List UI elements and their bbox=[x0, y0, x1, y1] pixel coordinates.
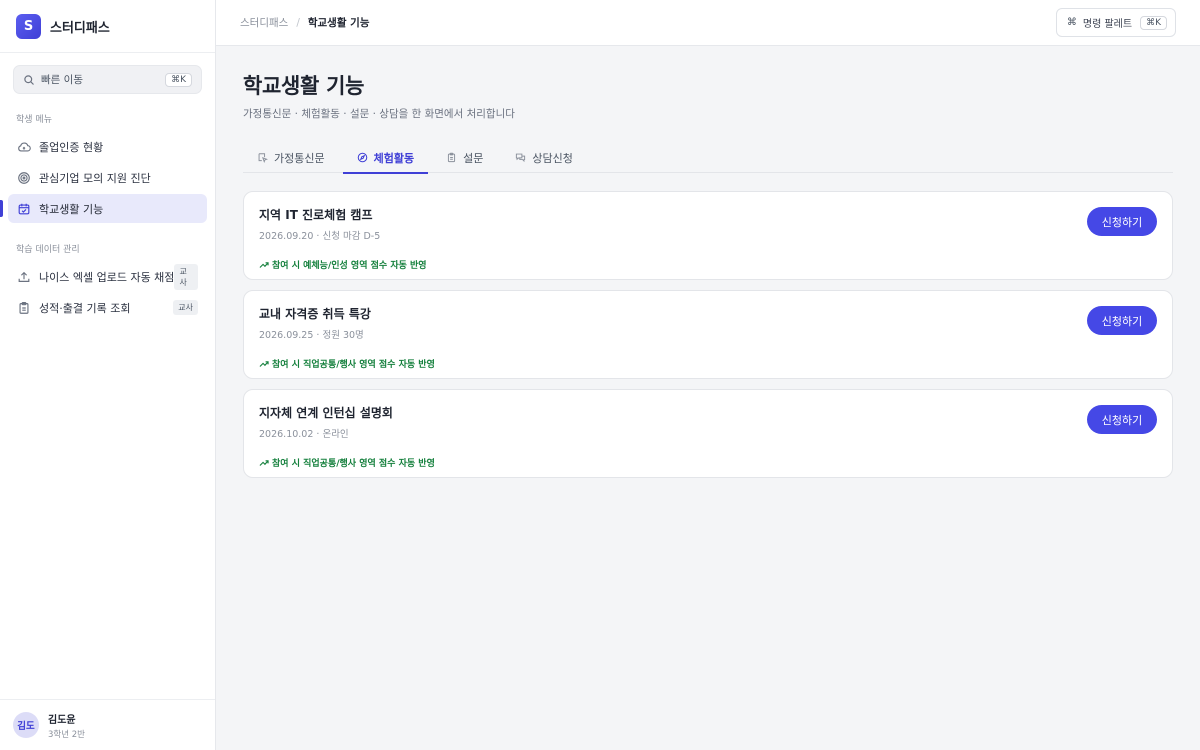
page-title: 학교생활 기능 bbox=[243, 74, 365, 98]
command-palette-shortcut: ⌘K bbox=[1140, 15, 1167, 30]
activity-card: 교내 자격증 취득 특강 2026.09.25 · 정원 30명 참여 시 직업… bbox=[243, 290, 1173, 379]
sidebar-item-label: 관심기업 모의 지원 진단 bbox=[39, 171, 151, 185]
sidebar-item-school-life[interactable]: 학교생활 기능 bbox=[0, 194, 207, 223]
cursor-icon bbox=[257, 152, 268, 163]
apply-button[interactable]: 신청하기 bbox=[1087, 207, 1157, 236]
user-meta: 3학년 2반 bbox=[48, 729, 85, 740]
breadcrumb-separator: / bbox=[296, 16, 300, 29]
tab-label: 가정통신문 bbox=[274, 151, 325, 165]
activity-card: 지자체 연계 인턴십 설명회 2026.10.02 · 온라인 참여 시 직업공… bbox=[243, 389, 1173, 478]
activity-card: 지역 IT 진로체험 캠프 2026.09.20 · 신청 마감 D-5 참여 … bbox=[243, 191, 1173, 280]
tab-counseling[interactable]: 상담신청 bbox=[501, 142, 586, 173]
quick-search-label: 빠른 이동 bbox=[41, 74, 83, 86]
user-profile[interactable]: 김도 김도윤 3학년 2반 bbox=[0, 699, 215, 750]
trending-up-icon bbox=[259, 458, 269, 468]
compass-icon bbox=[357, 152, 368, 163]
user-info: 김도윤 3학년 2반 bbox=[48, 711, 85, 740]
chat-icon bbox=[515, 152, 526, 163]
search-icon bbox=[23, 74, 35, 86]
tab-survey[interactable]: 설문 bbox=[432, 142, 497, 173]
brand-name: 스터디패스 bbox=[50, 20, 110, 36]
activity-meta: 2026.10.02 · 온라인 bbox=[259, 429, 349, 440]
sidebar: S 스터디패스 빠른 이동 ⌘K 학생 메뉴 졸업인증 현황 관심기업 모의 지… bbox=[0, 0, 216, 750]
activity-note-text: 참여 시 직업공통/행사 영역 점수 자동 반영 bbox=[272, 360, 435, 370]
activity-title: 교내 자격증 취득 특강 bbox=[259, 307, 371, 321]
command-icon: ⌘ bbox=[1066, 17, 1077, 28]
breadcrumb-root[interactable]: 스터디패스 bbox=[240, 15, 288, 30]
command-palette-button[interactable]: ⌘ 명령 팔레트 ⌘K bbox=[1055, 8, 1176, 37]
avatar: 김도 bbox=[13, 712, 39, 738]
tab-activities[interactable]: 체험활동 bbox=[342, 142, 429, 174]
tab-label: 설문 bbox=[463, 151, 484, 165]
brand-logo: S bbox=[16, 13, 41, 39]
sidebar-item-grades-attendance[interactable]: 성적·출결 기록 조회 교사 bbox=[8, 293, 207, 322]
sidebar-item-label: 성적·출결 기록 조회 bbox=[39, 301, 131, 315]
clipboard-icon bbox=[17, 301, 31, 315]
clipboard-icon bbox=[446, 152, 457, 163]
quick-search-input[interactable]: 빠른 이동 ⌘K bbox=[13, 65, 202, 94]
trending-up-icon bbox=[259, 359, 269, 369]
activity-title: 지자체 연계 인턴십 설명회 bbox=[259, 406, 393, 420]
page-content: 학교생활 기능 가정통신문 · 체험활동 · 설문 · 상담을 한 화면에서 처… bbox=[216, 46, 1200, 512]
section-label-student: 학생 메뉴 bbox=[16, 115, 52, 125]
activity-note-text: 참여 시 예체능/인성 영역 점수 자동 반영 bbox=[272, 261, 427, 271]
app-root: S 스터디패스 빠른 이동 ⌘K 학생 메뉴 졸업인증 현황 관심기업 모의 지… bbox=[0, 0, 1200, 750]
tab-bar: 가정통신문 체험활동 설문 상담신청 bbox=[243, 142, 1173, 174]
sidebar-item-neis-upload[interactable]: 나이스 엑셀 업로드 자동 채점 교사 bbox=[8, 262, 207, 291]
breadcrumb-current: 학교생활 기능 bbox=[307, 17, 370, 29]
trending-up-icon bbox=[259, 260, 269, 270]
sidebar-item-label: 학교생활 기능 bbox=[39, 202, 104, 216]
user-name: 김도윤 bbox=[48, 714, 76, 726]
upload-icon bbox=[17, 270, 31, 284]
section-label-data: 학습 데이터 관리 bbox=[16, 245, 80, 255]
brand[interactable]: S 스터디패스 bbox=[0, 0, 215, 53]
calendar-check-icon bbox=[17, 202, 31, 216]
target-icon bbox=[17, 171, 31, 185]
sidebar-item-graduation-status[interactable]: 졸업인증 현황 bbox=[8, 132, 207, 161]
tab-label: 체험활동 bbox=[373, 151, 415, 165]
sidebar-item-label: 나이스 엑셀 업로드 자동 채점 bbox=[39, 270, 175, 284]
activity-meta: 2026.09.25 · 정원 30명 bbox=[259, 330, 364, 341]
activity-score-note: 참여 시 직업공통/행사 영역 점수 자동 반영 bbox=[259, 456, 1157, 469]
activity-meta: 2026.09.20 · 신청 마감 D-5 bbox=[259, 231, 381, 242]
page-subtitle: 가정통신문 · 체험활동 · 설문 · 상담을 한 화면에서 처리합니다 bbox=[243, 108, 515, 120]
activity-score-note: 참여 시 예체능/인성 영역 점수 자동 반영 bbox=[259, 258, 1157, 271]
activity-score-note: 참여 시 직업공통/행사 영역 점수 자동 반영 bbox=[259, 357, 1157, 370]
sidebar-item-mock-application[interactable]: 관심기업 모의 지원 진단 bbox=[8, 163, 207, 192]
activity-title: 지역 IT 진로체험 캠프 bbox=[259, 208, 373, 222]
quick-search-shortcut: ⌘K bbox=[165, 72, 192, 87]
topbar: 스터디패스 / 학교생활 기능 ⌘ 명령 팔레트 ⌘K bbox=[216, 0, 1200, 46]
main: 스터디패스 / 학교생활 기능 ⌘ 명령 팔레트 ⌘K 학교생활 기능 가정통신… bbox=[216, 0, 1200, 750]
cloud-icon bbox=[17, 140, 31, 154]
tab-label: 상담신청 bbox=[532, 151, 573, 165]
sidebar-item-label: 졸업인증 현황 bbox=[39, 140, 104, 154]
command-palette-label: 명령 팔레트 bbox=[1082, 19, 1133, 30]
role-badge: 교사 bbox=[174, 263, 198, 290]
role-badge: 교사 bbox=[173, 300, 198, 315]
activity-list: 지역 IT 진로체험 캠프 2026.09.20 · 신청 마감 D-5 참여 … bbox=[243, 191, 1173, 478]
tab-newsletter[interactable]: 가정통신문 bbox=[243, 142, 339, 173]
apply-button[interactable]: 신청하기 bbox=[1087, 405, 1157, 434]
apply-button[interactable]: 신청하기 bbox=[1087, 306, 1157, 335]
activity-note-text: 참여 시 직업공통/행사 영역 점수 자동 반영 bbox=[272, 459, 435, 469]
